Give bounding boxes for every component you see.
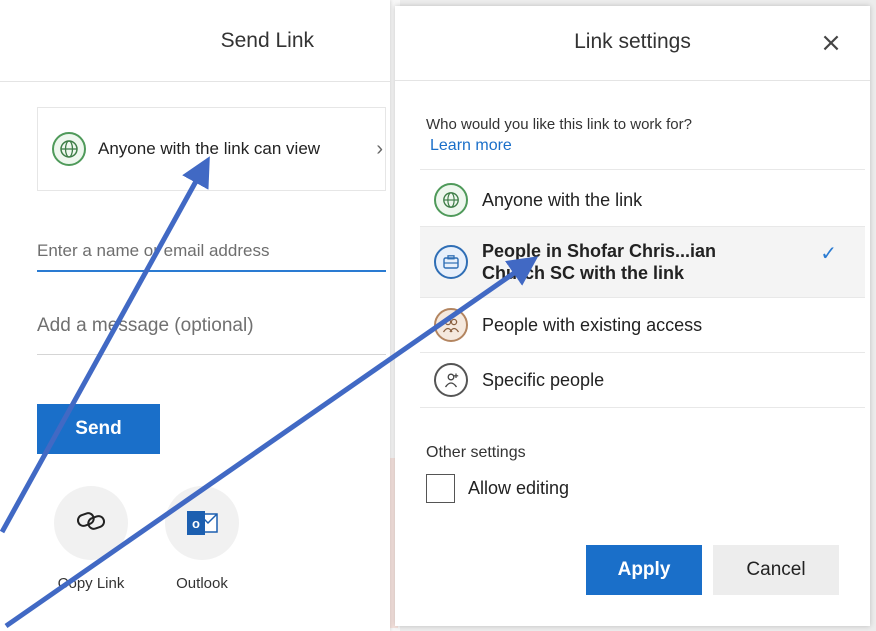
globe-icon [434, 183, 468, 217]
option-anyone[interactable]: Anyone with the link [420, 174, 865, 226]
option-label-line: People in Shofar Chris...ian [482, 241, 717, 261]
checkmark-icon: ✓ [820, 243, 837, 265]
link-scope-selector[interactable]: Anyone with the link can view › [37, 107, 386, 191]
allow-editing-label: Allow editing [468, 478, 570, 498]
outlook-circle[interactable]: o [165, 486, 239, 560]
link-scope-text: Anyone with the link can view [98, 139, 321, 158]
svg-text:o: o [192, 516, 200, 531]
allow-editing-row[interactable]: Allow editing [426, 474, 569, 503]
link-settings-title: Link settings [574, 30, 691, 53]
option-organization[interactable]: People in Shofar Chris...ian Church SC w… [420, 227, 865, 297]
link-settings-header: Link settings × [395, 6, 870, 81]
globe-icon [52, 132, 86, 166]
allow-editing-checkbox[interactable] [426, 474, 455, 503]
chevron-right-icon: › [376, 138, 383, 160]
send-link-header: Send Link [0, 0, 390, 82]
message-input[interactable] [37, 306, 386, 346]
option-divider [420, 297, 865, 298]
briefcase-icon [434, 245, 468, 279]
option-label: People with existing access [482, 314, 703, 335]
link-icon [76, 510, 106, 537]
close-button[interactable]: × [816, 28, 846, 58]
option-divider [420, 169, 865, 170]
other-settings-heading: Other settings [426, 444, 526, 461]
outlook-label: Outlook [176, 575, 228, 592]
people-icon [434, 308, 468, 342]
copy-link-label: Copy Link [57, 575, 125, 592]
option-specific-people[interactable]: Specific people [420, 354, 865, 406]
send-button[interactable]: Send [37, 404, 160, 454]
copy-link-option[interactable]: Copy Link [46, 486, 136, 592]
option-label: People in Shofar Chris...ian Church SC w… [482, 240, 716, 284]
option-existing-access[interactable]: People with existing access [420, 299, 865, 351]
option-divider [420, 352, 865, 353]
person-add-icon [434, 363, 468, 397]
cancel-button[interactable]: Cancel [713, 545, 839, 595]
option-label: Anyone with the link [482, 189, 643, 210]
option-label: Specific people [482, 369, 605, 390]
link-settings-panel: Link settings × Who would you like this … [395, 6, 870, 626]
apply-button[interactable]: Apply [586, 545, 702, 595]
message-underline [37, 354, 386, 355]
learn-more-link[interactable]: Learn more [430, 137, 512, 155]
copy-link-circle[interactable] [54, 486, 128, 560]
send-link-title: Send Link [220, 28, 314, 52]
option-divider [420, 407, 865, 408]
close-icon: × [820, 28, 842, 58]
outlook-icon: o [185, 508, 219, 538]
recipient-input[interactable] [37, 232, 386, 272]
option-label-line: Church SC with the link [482, 263, 685, 283]
outlook-option[interactable]: o Outlook [157, 486, 247, 592]
audience-question: Who would you like this link to work for… [426, 116, 692, 133]
send-link-panel: Send Link Anyone with the link can view … [0, 0, 390, 631]
